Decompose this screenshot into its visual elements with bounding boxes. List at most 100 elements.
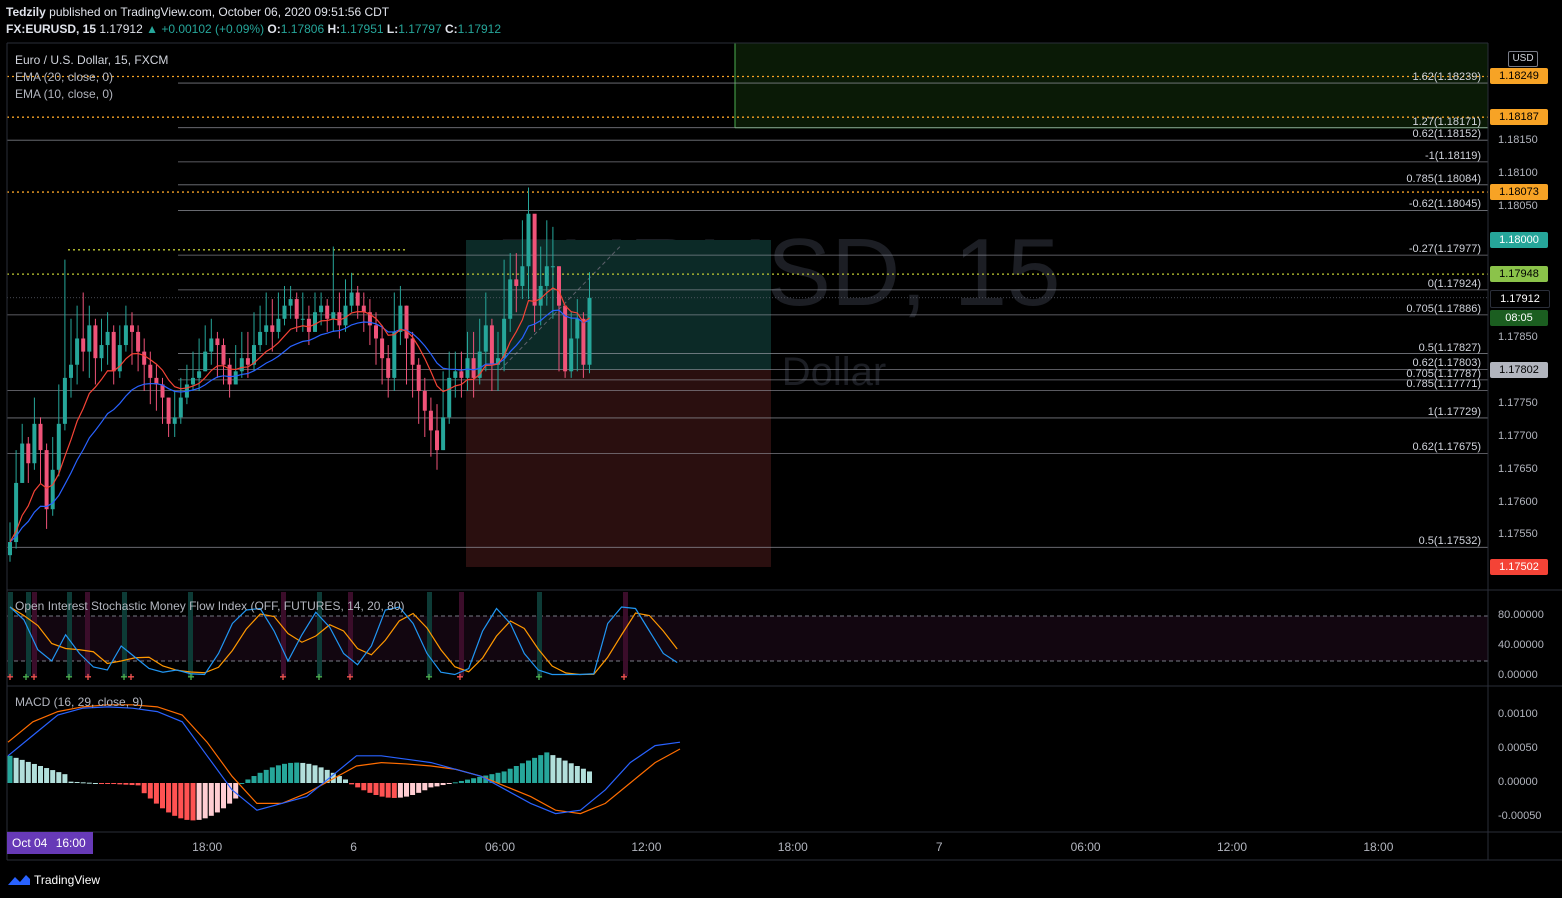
price-axis-label: 1.17850 <box>1498 331 1538 344</box>
crosshair-date-label: Oct 04 16:00 <box>7 832 93 854</box>
oi-signal-bar <box>459 592 464 676</box>
macd-histogram-bar <box>404 783 409 797</box>
candle-body <box>404 305 409 339</box>
macd-histogram-bar <box>538 755 544 783</box>
macd-histogram-bar <box>202 783 208 819</box>
candle-body <box>38 423 43 451</box>
ema20-legend[interactable]: EMA (20, close, 0) <box>15 70 113 84</box>
candle-body <box>239 358 244 372</box>
candle-body <box>416 364 421 392</box>
candle-body <box>288 299 293 306</box>
macd-histogram-bar <box>397 783 403 798</box>
oi-signal-bar <box>537 592 542 676</box>
time-axis-label: 6 <box>350 840 357 854</box>
price-badge: 1.18249 <box>1490 68 1548 85</box>
macd-histogram-bar <box>166 783 172 813</box>
macd-histogram-bar <box>68 781 74 783</box>
macd-histogram-bar <box>355 783 361 788</box>
macd-histogram-bar <box>38 766 43 783</box>
macd-histogram-bar <box>13 757 19 783</box>
candle-body <box>99 345 104 359</box>
candle-body <box>459 371 464 378</box>
macd-histogram-bar <box>245 779 251 783</box>
macd-histogram-bar <box>556 757 562 783</box>
price-badge: 08:05 <box>1490 310 1548 327</box>
oi-signal-bar <box>8 592 13 676</box>
candle-body <box>422 391 427 411</box>
oi-signal-marker: + <box>22 670 29 684</box>
currency-button[interactable]: USD <box>1508 51 1538 67</box>
macd-histogram-bar <box>74 781 80 783</box>
macd-legend[interactable]: MACD (16, 29, close, 9) <box>15 695 143 709</box>
macd-histogram-bar <box>336 776 342 783</box>
macd-histogram-bar <box>239 783 245 784</box>
macd-histogram-bar <box>86 782 92 784</box>
macd-histogram-bar <box>422 783 428 791</box>
fib-label: -1(1.18119) <box>1424 149 1481 162</box>
candle-body <box>258 331 263 346</box>
macd-histogram-bar <box>56 772 62 783</box>
candle-body <box>453 371 458 378</box>
candle-body <box>313 312 317 332</box>
macd-histogram-bar <box>25 761 31 783</box>
oi-axis-label: 40.00000 <box>1498 639 1544 651</box>
macd-histogram-bar <box>147 783 153 799</box>
macd-histogram-bar <box>568 763 574 783</box>
candle-body <box>550 266 555 268</box>
candle-body <box>282 305 287 319</box>
price-axis-label: 1.18100 <box>1498 167 1538 180</box>
time-axis-label: 06:00 <box>484 840 516 854</box>
oi-signal-marker: + <box>84 670 91 684</box>
instrument-legend[interactable]: Euro / U.S. Dollar, 15, FXCM <box>15 53 168 67</box>
candle-body <box>557 266 561 306</box>
macd-histogram-bar <box>300 762 306 783</box>
oi-signal-marker: + <box>65 670 72 684</box>
macd-histogram-bar <box>275 765 281 783</box>
candle-body <box>178 397 183 418</box>
candle-body <box>331 312 336 319</box>
macd-histogram-bar <box>269 767 275 783</box>
candle-body <box>428 410 433 431</box>
oi-signal-marker: + <box>456 670 463 684</box>
macd-histogram-bar <box>153 783 159 804</box>
macd-histogram-bar <box>208 783 214 816</box>
tradingview-logo[interactable]: TradingView <box>8 873 100 887</box>
price-axis-label: 1.18150 <box>1498 134 1538 147</box>
fib-label: 0.705(1.17886) <box>1406 302 1481 315</box>
candle-body <box>526 213 531 267</box>
macd-histogram-bar <box>105 783 111 784</box>
macd-histogram-bar <box>80 782 86 784</box>
candle-body <box>514 279 519 286</box>
oi-signal-marker: + <box>30 670 37 684</box>
price-axis-label: 1.17750 <box>1498 397 1538 410</box>
target-zone <box>735 43 1488 128</box>
macd-histogram-bar <box>440 783 446 786</box>
ema10-legend[interactable]: EMA (10, close, 0) <box>15 87 113 101</box>
macd-histogram-bar <box>562 760 568 783</box>
oi-legend[interactable]: Open Interest Stochastic Money Flow Inde… <box>15 599 404 613</box>
candle-body <box>62 377 67 424</box>
macd-line <box>7 706 681 815</box>
macd-histogram-bar <box>507 768 513 783</box>
candle-body <box>148 364 153 378</box>
oi-signal-marker: + <box>315 670 322 684</box>
macd-histogram-bar <box>221 783 226 809</box>
macd-histogram-bar <box>349 783 355 785</box>
time-axis-label: 12:00 <box>631 840 662 854</box>
candle-body <box>191 377 195 385</box>
fib-label: -0.62(1.18045) <box>1408 198 1481 211</box>
macd-histogram-bar <box>501 771 507 783</box>
macd-signal-line <box>7 704 681 815</box>
candle-body <box>325 305 330 319</box>
candle-body <box>172 417 177 424</box>
candle-body <box>209 338 214 352</box>
macd-histogram-bar <box>471 778 477 783</box>
time-axis-label: 18:00 <box>1363 840 1394 854</box>
time-axis-label: 12:00 <box>1216 840 1248 854</box>
macd-histogram-bar <box>282 763 287 783</box>
chart-canvas[interactable]: + + + + + + + + + + + + + + + <box>0 0 1562 898</box>
macd-histogram-bar <box>318 767 324 783</box>
oi-axis-label: 0.00000 <box>1498 669 1538 681</box>
candle-body <box>294 299 299 319</box>
macd-histogram-bar <box>312 765 318 783</box>
